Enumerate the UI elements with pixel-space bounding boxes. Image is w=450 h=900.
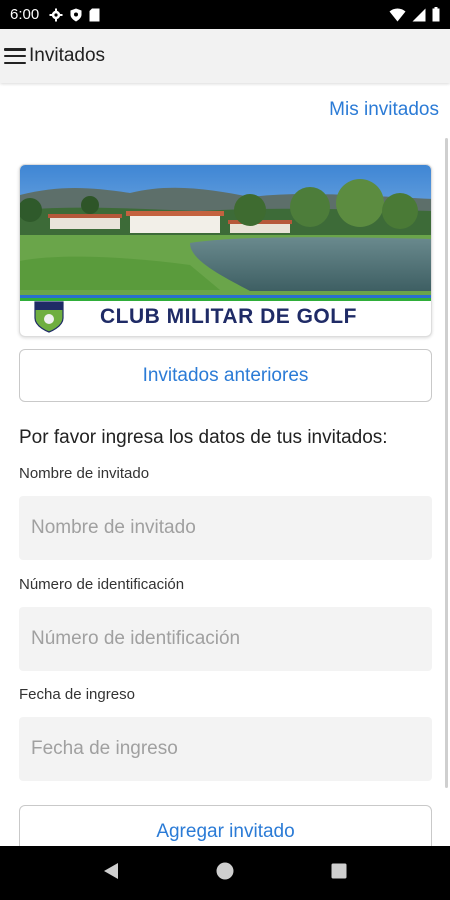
golf-course-photo xyxy=(20,165,431,295)
status-bar: 6:00 xyxy=(0,0,450,29)
guest-name-label: Nombre de invitado xyxy=(19,465,150,482)
battery-icon xyxy=(432,7,440,22)
page-title: Invitados xyxy=(29,45,106,66)
recents-icon[interactable] xyxy=(331,863,347,884)
banner-footer: CLUB MILITAR DE GOLF xyxy=(20,295,431,336)
shield-icon xyxy=(70,8,82,22)
signal-icon xyxy=(412,8,426,22)
gear-icon xyxy=(49,8,63,22)
club-crest-icon xyxy=(34,300,64,333)
form-instructions: Por favor ingresa los datos de tus invit… xyxy=(19,427,388,448)
home-icon[interactable] xyxy=(216,862,234,885)
club-name: CLUB MILITAR DE GOLF xyxy=(100,304,357,328)
entry-date-label: Fecha de ingreso xyxy=(19,686,135,703)
system-nav-bar xyxy=(0,846,450,900)
main-content: Mis invitados CLUB MILITAR DE GOLF Invit… xyxy=(0,83,450,846)
sd-card-icon xyxy=(89,8,100,22)
status-time: 6:00 xyxy=(10,6,40,23)
id-number-input[interactable] xyxy=(19,607,432,671)
back-icon[interactable] xyxy=(103,862,119,885)
scrollbar[interactable] xyxy=(445,138,448,788)
guest-name-input[interactable] xyxy=(19,496,432,560)
previous-guests-button[interactable]: Invitados anteriores xyxy=(19,349,432,402)
app-bar: Invitados xyxy=(0,29,450,83)
add-guest-button[interactable]: Agregar invitado xyxy=(19,805,432,846)
my-guests-link[interactable]: Mis invitados xyxy=(329,99,439,121)
banner-stripe xyxy=(20,295,431,301)
menu-icon[interactable] xyxy=(4,47,26,65)
id-number-label: Número de identificación xyxy=(19,576,185,593)
club-banner: CLUB MILITAR DE GOLF xyxy=(19,164,432,337)
wifi-icon xyxy=(389,8,406,22)
entry-date-input[interactable] xyxy=(19,717,432,781)
